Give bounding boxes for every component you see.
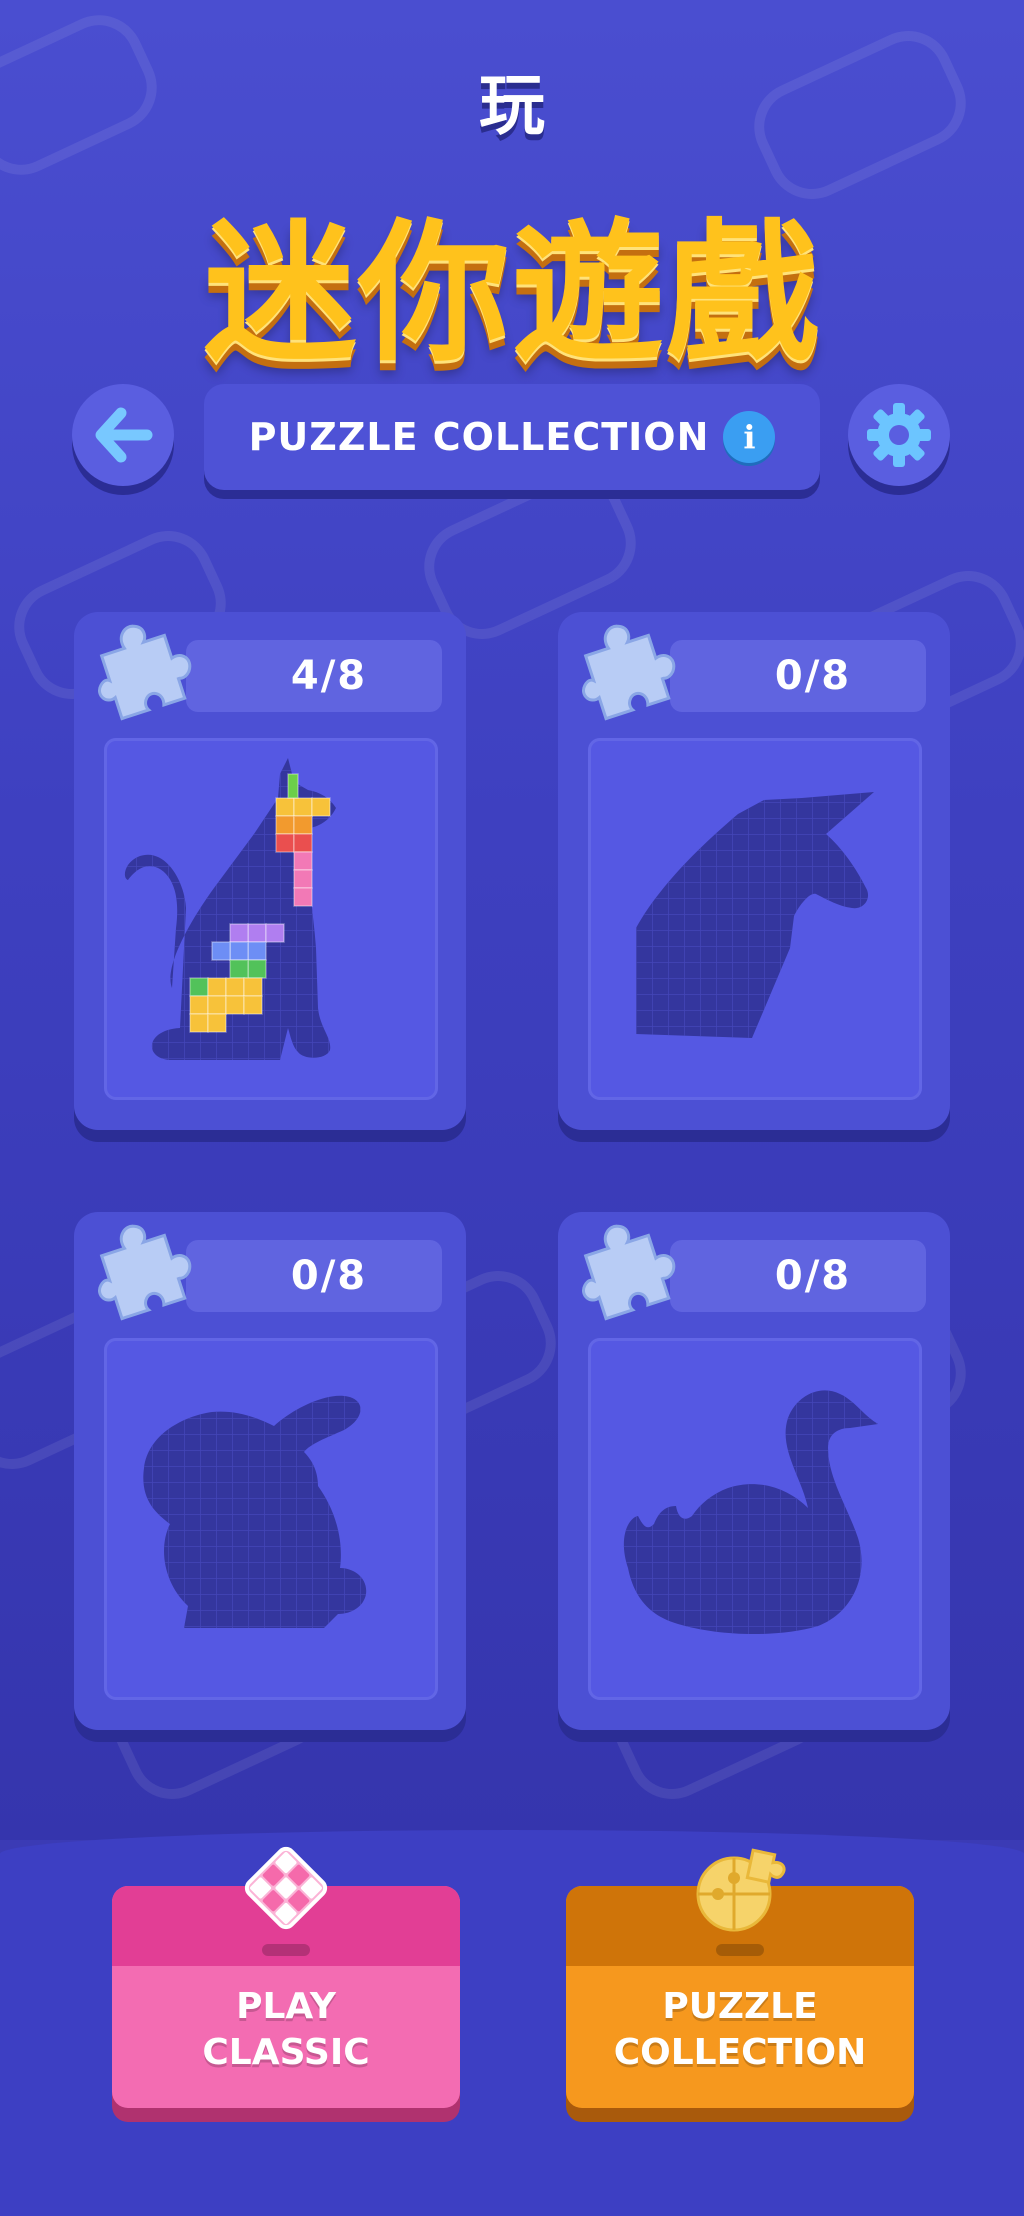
cat-silhouette — [124, 758, 336, 1060]
puzzle-image-cat — [104, 738, 438, 1100]
play-classic-button[interactable]: PLAY CLASSIC — [112, 1846, 460, 2108]
play-classic-label: PLAY CLASSIC — [112, 1984, 460, 2076]
gear-icon — [867, 403, 931, 467]
icon-shadow — [262, 1944, 310, 1956]
arrow-left-icon — [95, 407, 153, 463]
puzzle-progress: 0/8 — [670, 640, 926, 712]
puzzle-piece-icon — [582, 1224, 676, 1321]
puzzle-image-unicorn — [588, 738, 922, 1100]
settings-button[interactable] — [848, 384, 950, 486]
puzzle-progress: 0/8 — [670, 1240, 926, 1312]
puzzle-collection-button[interactable]: PUZZLE COLLECTION — [566, 1848, 914, 2108]
small-title: 玩 — [479, 67, 545, 144]
section-title: PUZZLE COLLECTION — [248, 415, 710, 459]
puzzle-card-unicorn[interactable]: 0/8 — [558, 612, 950, 1130]
back-button[interactable] — [72, 384, 174, 486]
puzzle-card-cat[interactable]: 4/8 — [74, 612, 466, 1130]
game-title: 迷你遊戲 — [204, 205, 820, 382]
rabbit-silhouette — [143, 1395, 367, 1628]
label-line-2: CLASSIC — [202, 2032, 370, 2073]
puzzle-ball-icon — [696, 1848, 786, 1932]
puzzle-progress: 0/8 — [186, 1240, 442, 1312]
puzzle-piece-icon — [98, 1224, 192, 1321]
puzzle-progress: 4/8 — [186, 640, 442, 712]
swan-silhouette — [623, 1390, 878, 1635]
puzzle-collection-label: PUZZLE COLLECTION — [566, 1984, 914, 2076]
block-grid-icon — [244, 1846, 328, 1930]
puzzle-image-rabbit — [104, 1338, 438, 1700]
puzzle-card-rabbit[interactable]: 0/8 — [74, 1212, 466, 1730]
label-line-2: COLLECTION — [613, 2032, 867, 2073]
puzzle-piece-icon — [582, 624, 676, 721]
info-icon[interactable]: i — [723, 411, 776, 463]
puzzle-image-swan — [588, 1338, 922, 1700]
icon-shadow — [716, 1944, 764, 1956]
puzzle-card-swan[interactable]: 0/8 — [558, 1212, 950, 1730]
puzzle-piece-icon — [98, 624, 192, 721]
unicorn-silhouette — [636, 792, 874, 1038]
label-line-1: PLAY — [236, 1986, 336, 2027]
label-line-1: PUZZLE — [662, 1986, 818, 2027]
section-header: PUZZLE COLLECTION i — [204, 384, 820, 490]
